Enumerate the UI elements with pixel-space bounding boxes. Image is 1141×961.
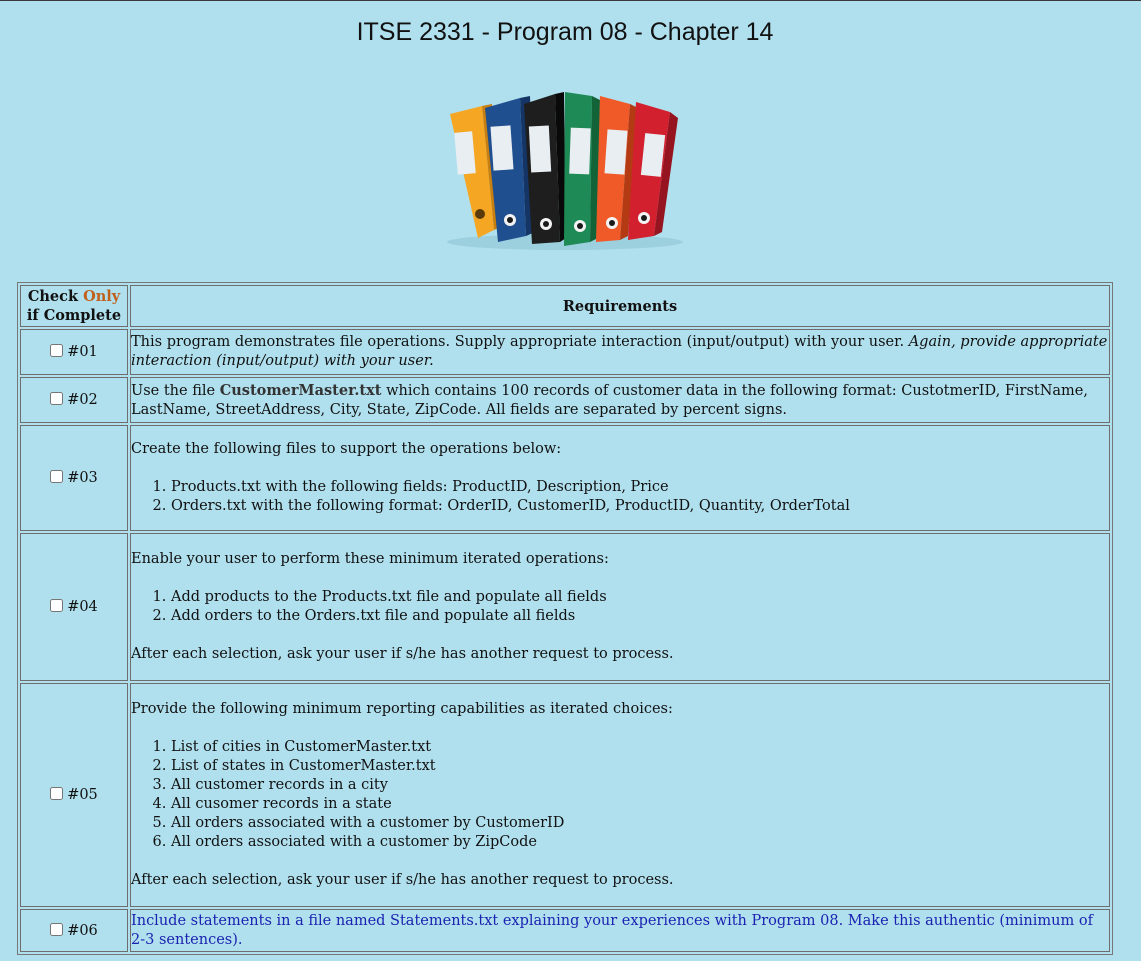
top-border bbox=[0, 0, 1141, 1]
list-item: All orders associated with a customer by… bbox=[171, 833, 1109, 852]
requirement-text: Provide the following minimum reporting … bbox=[130, 683, 1110, 907]
check-cell: #03 bbox=[20, 425, 128, 531]
check-cell: #02 bbox=[20, 377, 128, 423]
page-title: ITSE 2331 - Program 08 - Chapter 14 bbox=[356, 18, 774, 46]
row-id: #04 bbox=[67, 599, 98, 615]
operations-list: Add products to the Products.txt file an… bbox=[131, 588, 1109, 626]
complete-checkbox-04[interactable] bbox=[50, 599, 64, 612]
binders-icon bbox=[440, 86, 690, 252]
table-header-row: Check Only if Complete Requirements bbox=[20, 285, 1110, 327]
requirement-text: Include statements in a file named State… bbox=[130, 909, 1110, 952]
only-emphasis: Only bbox=[83, 288, 121, 305]
requirement-text: Use the file CustomerMaster.txt which co… bbox=[130, 377, 1110, 423]
check-cell: #06 bbox=[20, 909, 128, 952]
requirement-text: Create the following files to support th… bbox=[130, 425, 1110, 531]
complete-checkbox-06[interactable] bbox=[50, 922, 64, 936]
complete-checkbox-02[interactable] bbox=[50, 392, 64, 405]
table-row: #01 This program demonstrates file opera… bbox=[20, 329, 1110, 375]
requirements-table: Check Only if Complete Requirements #01 … bbox=[17, 282, 1113, 955]
table-row: #02 Use the file CustomerMaster.txt whic… bbox=[20, 377, 1110, 423]
list-item: Products.txt with the following fields: … bbox=[171, 478, 1109, 497]
list-item: Add orders to the Orders.txt file and po… bbox=[171, 607, 1109, 626]
check-cell: #01 bbox=[20, 329, 128, 375]
list-item: All customer records in a city bbox=[171, 776, 1109, 795]
list-item: All cusomer records in a state bbox=[171, 795, 1109, 814]
row-id: #05 bbox=[67, 787, 98, 803]
list-item: Orders.txt with the following format: Or… bbox=[171, 497, 1109, 516]
requirement-text: Enable your user to perform these minimu… bbox=[130, 533, 1110, 681]
row-id: #06 bbox=[67, 922, 98, 939]
reporting-list: List of cities in CustomerMaster.txt Lis… bbox=[131, 738, 1109, 852]
complete-checkbox-03[interactable] bbox=[50, 470, 64, 483]
table-row: #03 Create the following files to suppor… bbox=[20, 425, 1110, 531]
file-name: CustomerMaster.txt bbox=[219, 381, 382, 399]
table-row: #05 Provide the following minimum report… bbox=[20, 683, 1110, 907]
requirement-text: This program demonstrates file operation… bbox=[130, 329, 1110, 375]
list-item: All orders associated with a customer by… bbox=[171, 814, 1109, 833]
row-id: #01 bbox=[67, 344, 98, 360]
complete-checkbox-05[interactable] bbox=[50, 787, 64, 800]
list-item: List of cities in CustomerMaster.txt bbox=[171, 738, 1109, 757]
check-cell: #04 bbox=[20, 533, 128, 681]
file-list: Products.txt with the following fields: … bbox=[131, 478, 1109, 516]
check-cell: #05 bbox=[20, 683, 128, 907]
requirements-column-header: Requirements bbox=[130, 285, 1110, 327]
row-id: #02 bbox=[67, 392, 98, 408]
list-item: Add products to the Products.txt file an… bbox=[171, 588, 1109, 607]
table-row: #06 Include statements in a file named S… bbox=[20, 909, 1110, 952]
table-row: #04 Enable your user to perform these mi… bbox=[20, 533, 1110, 681]
check-column-header: Check Only if Complete bbox=[20, 285, 128, 327]
list-item: List of states in CustomerMaster.txt bbox=[171, 757, 1109, 776]
complete-checkbox-01[interactable] bbox=[50, 344, 64, 357]
row-id: #03 bbox=[67, 470, 98, 486]
